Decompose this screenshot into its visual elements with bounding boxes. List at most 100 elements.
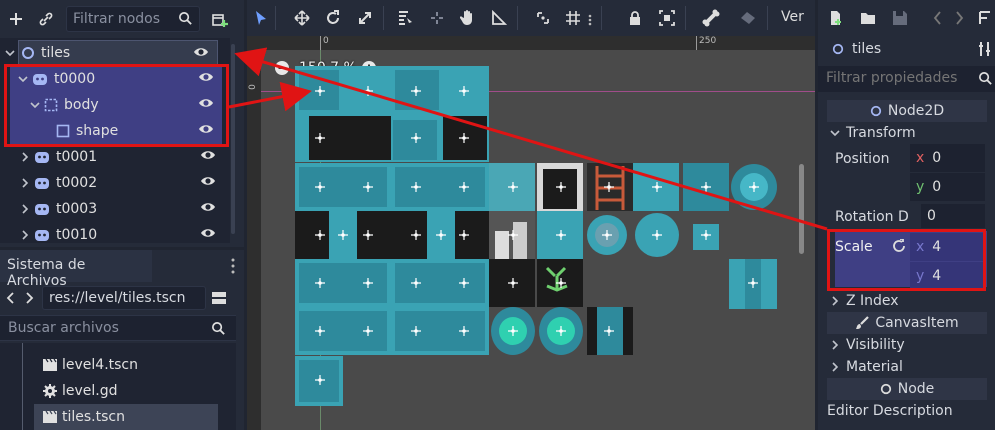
section-material[interactable]: Material bbox=[818, 356, 995, 378]
tree-item-t0010[interactable]: t0010 bbox=[0, 222, 224, 243]
list-select-icon[interactable] bbox=[397, 10, 413, 26]
axis-y-label: y bbox=[916, 179, 925, 195]
filter-properties-field[interactable] bbox=[818, 66, 995, 92]
viewport-scrollbar[interactable] bbox=[799, 164, 804, 254]
position-y-value: 0 bbox=[932, 179, 942, 195]
history-forward-icon[interactable] bbox=[954, 10, 964, 26]
rotate-tool-icon[interactable] bbox=[325, 10, 341, 26]
scene-toolbar bbox=[0, 0, 244, 38]
add-node-icon[interactable] bbox=[5, 8, 27, 30]
file-item-label: level.gd bbox=[62, 383, 118, 399]
file-item-level-gd[interactable]: level.gd bbox=[0, 378, 236, 404]
skeleton-bone-icon[interactable] bbox=[702, 9, 720, 27]
tree-scrollbar[interactable] bbox=[231, 44, 235, 234]
section-label: Visibility bbox=[846, 337, 905, 353]
section-node[interactable]: Node bbox=[827, 378, 987, 400]
scale-tool-icon[interactable] bbox=[357, 10, 373, 26]
annotation-box-tree bbox=[4, 64, 229, 147]
filesystem-path-field[interactable]: res://level/tiles.tscn bbox=[42, 286, 206, 310]
canvas-viewport[interactable]: 0 250 0 150.7 % bbox=[247, 36, 815, 430]
new-resource-icon[interactable] bbox=[828, 10, 844, 26]
history-list-icon[interactable] bbox=[978, 10, 992, 26]
section-transform[interactable]: Transform bbox=[818, 122, 995, 144]
visibility-eye-icon[interactable] bbox=[200, 201, 216, 213]
tree-item-tiles[interactable]: tiles bbox=[18, 40, 218, 66]
select-tool-icon[interactable] bbox=[253, 10, 269, 26]
lock-icon[interactable] bbox=[627, 10, 643, 26]
expand-arrow-icon[interactable] bbox=[20, 230, 30, 240]
axis-x-label: x bbox=[916, 150, 925, 166]
kinematic-body-icon bbox=[34, 202, 50, 216]
expand-arrow-icon[interactable] bbox=[830, 362, 840, 372]
save-icon[interactable] bbox=[892, 10, 908, 26]
history-back-icon[interactable] bbox=[933, 10, 943, 26]
property-tools-icon[interactable] bbox=[978, 41, 992, 57]
section-label: Node2D bbox=[887, 103, 945, 119]
filter-nodes-input[interactable] bbox=[67, 7, 175, 31]
filter-nodes-field[interactable] bbox=[66, 6, 200, 32]
forward-arrow-icon[interactable] bbox=[24, 291, 34, 305]
visibility-eye-icon[interactable] bbox=[200, 227, 216, 239]
toolbar-separator bbox=[275, 6, 276, 30]
visibility-eye-icon[interactable] bbox=[200, 175, 216, 187]
link-icon[interactable] bbox=[35, 8, 57, 30]
tree-item-t0003[interactable]: t0003 bbox=[0, 196, 224, 222]
brush-icon bbox=[855, 316, 870, 330]
tab-filesystem[interactable]: Sistema de Archivos bbox=[0, 250, 152, 289]
view-menu[interactable]: Ver bbox=[781, 9, 804, 25]
file-item-level4[interactable]: level4.tscn bbox=[0, 352, 236, 378]
toolbar-separator bbox=[601, 6, 602, 30]
node2d-icon bbox=[21, 46, 35, 60]
property-label: Rotation D bbox=[835, 209, 909, 225]
group-icon[interactable] bbox=[659, 10, 675, 26]
inspector-node-name: tiles bbox=[852, 41, 882, 57]
visibility-eye-icon[interactable] bbox=[193, 46, 209, 58]
rotation-field[interactable]: 0 bbox=[921, 204, 985, 228]
filter-properties-input[interactable] bbox=[818, 66, 968, 90]
node2d-icon bbox=[870, 105, 882, 117]
position-y-field[interactable]: y 0 bbox=[910, 173, 985, 201]
position-x-field[interactable]: x 0 bbox=[910, 144, 985, 172]
grid-snap-icon[interactable] bbox=[565, 10, 581, 26]
expand-arrow-icon[interactable] bbox=[20, 178, 30, 188]
search-files-input[interactable] bbox=[0, 316, 200, 340]
section-visibility[interactable]: Visibility bbox=[818, 334, 995, 356]
node-icon bbox=[880, 383, 892, 395]
search-files-field[interactable] bbox=[0, 315, 236, 341]
expand-arrow-icon[interactable] bbox=[830, 340, 840, 350]
section-label: CanvasItem bbox=[875, 315, 959, 331]
property-editor-description[interactable]: Editor Description bbox=[818, 400, 995, 422]
tree-item-t0002[interactable]: t0002 bbox=[0, 170, 224, 196]
annotation-box-scale bbox=[827, 229, 986, 291]
more-options-icon[interactable] bbox=[588, 14, 592, 26]
search-icon bbox=[211, 321, 226, 336]
expand-arrow-icon[interactable] bbox=[20, 152, 30, 162]
section-canvasitem[interactable]: CanvasItem bbox=[827, 312, 987, 334]
tree-item-t0001[interactable]: t0001 bbox=[0, 144, 224, 170]
instance-scene-icon[interactable] bbox=[209, 8, 231, 30]
ruler-tool-icon[interactable] bbox=[491, 10, 507, 26]
section-node2d[interactable]: Node2D bbox=[827, 100, 987, 122]
expand-arrow-icon[interactable] bbox=[20, 204, 30, 214]
section-label: Node bbox=[897, 381, 935, 397]
camera-override-icon[interactable] bbox=[739, 10, 757, 26]
collapse-arrow-icon[interactable] bbox=[5, 48, 15, 58]
split-view-icon[interactable] bbox=[211, 290, 227, 306]
file-item-tiles-tscn[interactable]: tiles.tscn bbox=[34, 404, 218, 430]
dock-menu-icon[interactable] bbox=[231, 258, 235, 274]
open-folder-icon[interactable] bbox=[860, 10, 876, 26]
tree-item-label: t0003 bbox=[56, 201, 98, 217]
visibility-eye-icon[interactable] bbox=[200, 149, 216, 161]
pan-hand-icon[interactable] bbox=[460, 9, 476, 26]
collapse-arrow-icon[interactable] bbox=[830, 128, 840, 138]
snap-smart-icon[interactable] bbox=[535, 10, 551, 26]
file-item-label: level4.tscn bbox=[62, 357, 139, 373]
expand-arrow-icon[interactable] bbox=[830, 296, 840, 306]
back-arrow-icon[interactable] bbox=[6, 291, 16, 305]
pivot-tool-icon[interactable] bbox=[429, 10, 445, 26]
script-gear-icon bbox=[42, 383, 58, 399]
scene-file-icon bbox=[42, 358, 58, 372]
move-tool-icon[interactable] bbox=[294, 10, 310, 26]
section-z-index[interactable]: Z Index bbox=[818, 290, 995, 312]
toolbar-separator bbox=[767, 6, 768, 30]
